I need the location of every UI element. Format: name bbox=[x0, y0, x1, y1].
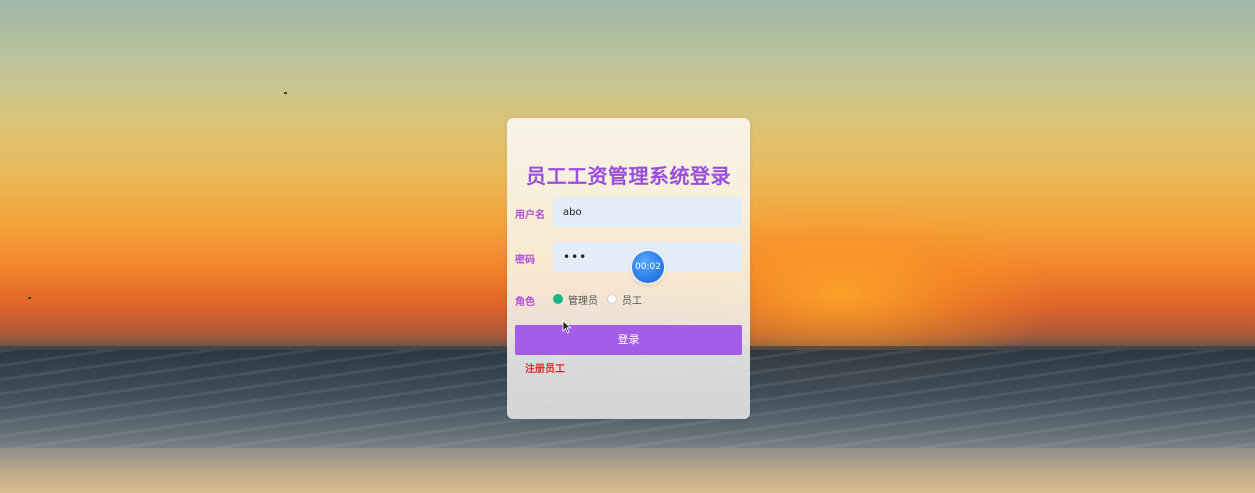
page-title: 员工工资管理系统登录 bbox=[526, 164, 731, 188]
role-radio-admin-label[interactable]: 管理员 bbox=[568, 292, 598, 307]
shoreline bbox=[0, 448, 1255, 493]
role-radio-admin[interactable] bbox=[553, 294, 563, 304]
password-label: 密码 bbox=[515, 255, 535, 266]
username-input[interactable] bbox=[553, 197, 742, 227]
login-card: 员工工资管理系统登录 用户名 密码 角色 管理员 员工 登录 注册员工 bbox=[507, 118, 750, 419]
role-label: 角色 bbox=[515, 297, 535, 308]
login-button[interactable]: 登录 bbox=[515, 325, 742, 355]
role-radio-employee-label[interactable]: 员工 bbox=[622, 292, 642, 307]
register-employee-link[interactable]: 注册员工 bbox=[525, 360, 565, 375]
username-label: 用户名 bbox=[515, 210, 545, 221]
bird-speck bbox=[284, 92, 287, 94]
role-radio-group: 管理员 员工 bbox=[553, 292, 651, 307]
mouse-pointer-icon bbox=[562, 320, 572, 334]
timer-badge: 00:02 bbox=[632, 251, 664, 283]
role-radio-employee[interactable] bbox=[607, 294, 617, 304]
bird-speck bbox=[28, 297, 31, 299]
